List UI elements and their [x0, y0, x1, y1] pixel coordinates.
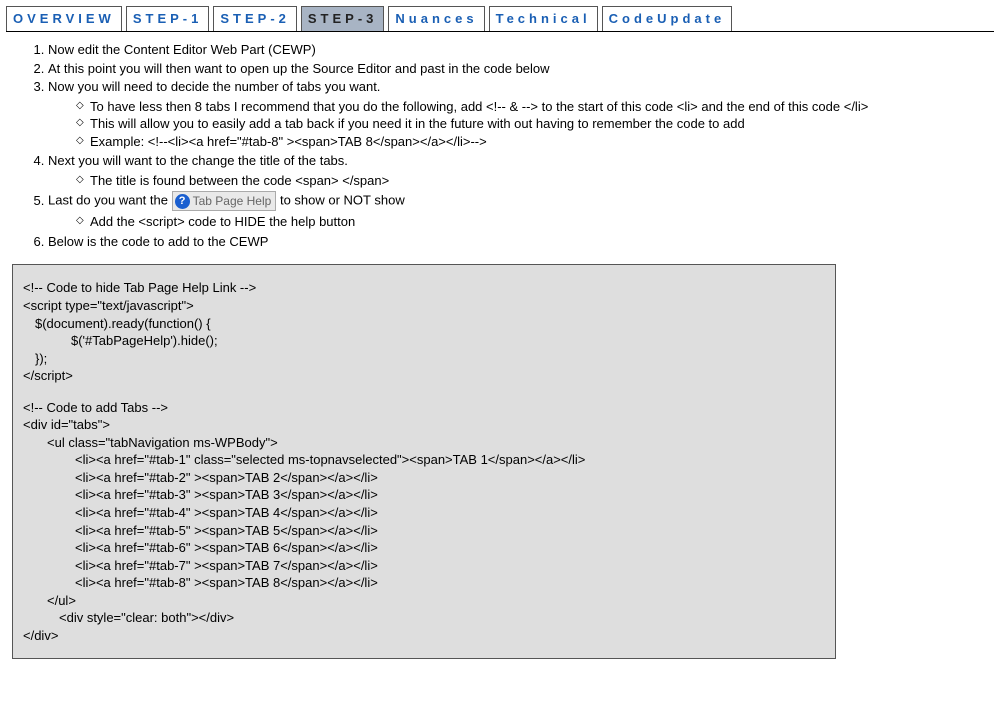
help-label: Tab Page Help [193, 193, 272, 209]
tab-overview[interactable]: OVERVIEW [6, 6, 122, 31]
code-line: }); [23, 350, 825, 368]
code-line: </div> [23, 627, 825, 645]
step-3-text: Now you will need to decide the number o… [48, 79, 380, 94]
step-5-text-a: Last do you want the [48, 193, 172, 208]
code-line: <li><a href="#tab-4" ><span>TAB 4</span>… [23, 504, 825, 522]
code-line: <li><a href="#tab-2" ><span>TAB 2</span>… [23, 469, 825, 487]
tab-bar: OVERVIEW STEP-1 STEP-2 STEP-3 Nuances Te… [6, 6, 994, 32]
tab-step2[interactable]: STEP-2 [213, 6, 297, 31]
code-line: </script> [23, 367, 825, 385]
tab-codeupdate[interactable]: CodeUpdate [602, 6, 733, 31]
step-4-text: Next you will want to the change the tit… [48, 153, 348, 168]
tab-step3[interactable]: STEP-3 [301, 6, 385, 31]
tab-nuances[interactable]: Nuances [388, 6, 484, 31]
step-3a: To have less then 8 tabs I recommend tha… [76, 98, 994, 116]
code-line: <!-- Code to add Tabs --> [23, 399, 825, 417]
step-3c: Example: <!--<li><a href="#tab-8" ><span… [76, 133, 994, 151]
code-line: $(document).ready(function() { [23, 315, 825, 333]
step-5a: Add the <script> code to HIDE the help b… [76, 213, 994, 231]
step-3: Now you will need to decide the number o… [48, 78, 994, 150]
code-line: <li><a href="#tab-5" ><span>TAB 5</span>… [23, 522, 825, 540]
step-5: Last do you want the ? Tab Page Help to … [48, 191, 994, 231]
step-4: Next you will want to the change the tit… [48, 152, 994, 189]
code-line: <li><a href="#tab-3" ><span>TAB 3</span>… [23, 486, 825, 504]
step-2: At this point you will then want to open… [48, 60, 994, 78]
code-line: </ul> [23, 592, 825, 610]
step-6: Below is the code to add to the CEWP [48, 233, 994, 251]
code-line: <ul class="tabNavigation ms-WPBody"> [23, 434, 825, 452]
code-line: <li><a href="#tab-6" ><span>TAB 6</span>… [23, 539, 825, 557]
tab-page-help-chip[interactable]: ? Tab Page Help [172, 191, 277, 211]
code-line: <script type="text/javascript"> [23, 297, 825, 315]
code-line: <li><a href="#tab-7" ><span>TAB 7</span>… [23, 557, 825, 575]
code-line: $('#TabPageHelp').hide(); [23, 332, 825, 350]
step-3b: This will allow you to easily add a tab … [76, 115, 994, 133]
step-4a: The title is found between the code <spa… [76, 172, 994, 190]
code-line: <li><a href="#tab-8" ><span>TAB 8</span>… [23, 574, 825, 592]
help-icon: ? [175, 194, 190, 209]
tab-step1[interactable]: STEP-1 [126, 6, 210, 31]
code-line: <div style="clear: both"></div> [23, 609, 825, 627]
step-1: Now edit the Content Editor Web Part (CE… [48, 41, 994, 59]
code-line: <div id="tabs"> [23, 416, 825, 434]
code-line: <!-- Code to hide Tab Page Help Link --> [23, 279, 825, 297]
step-5-text-b: to show or NOT show [280, 193, 405, 208]
instructions: Now edit the Content Editor Web Part (CE… [6, 32, 994, 250]
code-block: <!-- Code to hide Tab Page Help Link -->… [12, 264, 836, 659]
tab-technical[interactable]: Technical [489, 6, 598, 31]
code-line: <li><a href="#tab-1" class="selected ms-… [23, 451, 825, 469]
